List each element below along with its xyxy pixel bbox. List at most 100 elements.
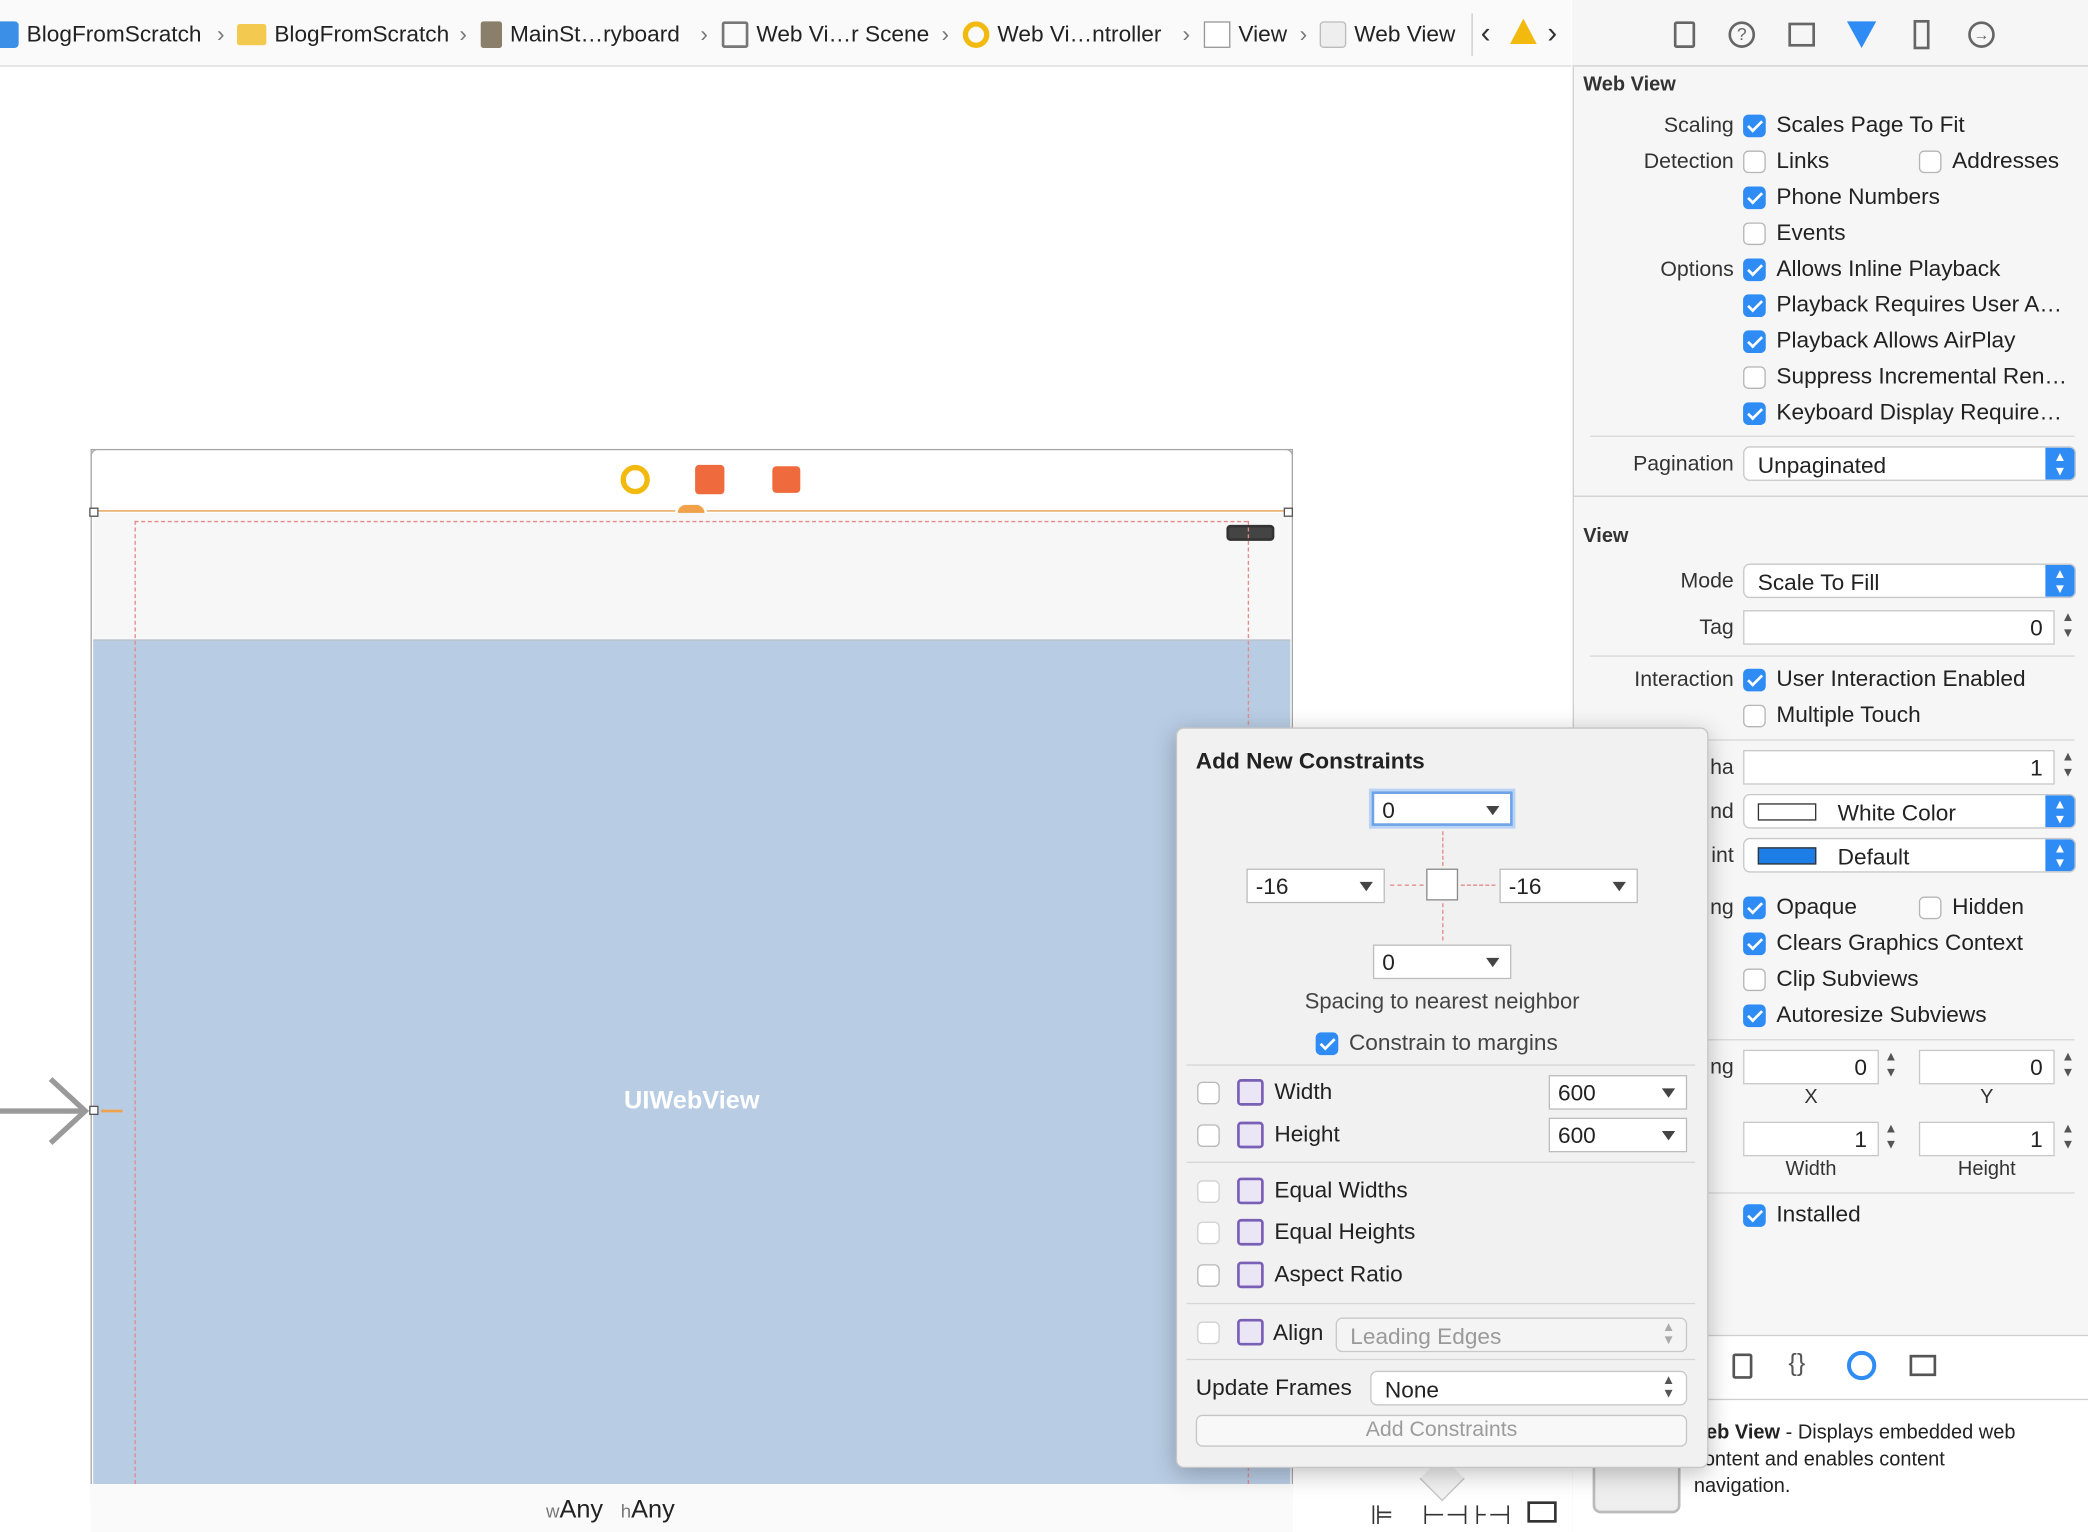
stretch-width-stepper[interactable]: ▲ ▼ <box>1882 1122 1901 1157</box>
trailing-spacing-combo[interactable]: -16 <box>1499 868 1638 904</box>
resolve-issues-icon[interactable]: ⊦⊣ <box>1474 1499 1511 1532</box>
resizing-behavior-icon[interactable] <box>1527 1501 1557 1523</box>
identity-inspector-icon[interactable] <box>1786 19 1818 51</box>
breadcrumb-storyboard[interactable]: MainSt…ryboard <box>480 19 680 51</box>
quick-help-icon[interactable]: ? <box>1726 19 1758 51</box>
multiple-touch-checkbox[interactable] <box>1743 704 1766 728</box>
popup-arrows-icon: ▲ ▼ <box>1661 1373 1676 1402</box>
addresses-checkbox[interactable] <box>1918 150 1942 174</box>
update-frames-popup[interactable]: None ▲ ▼ <box>1370 1370 1688 1406</box>
breadcrumb-webview[interactable]: Web View <box>1319 19 1455 51</box>
size-inspector-icon[interactable] <box>1906 19 1938 51</box>
top-spacing-combo[interactable]: 0 <box>1371 791 1513 826</box>
top-constraint-strut[interactable] <box>1442 831 1444 866</box>
autoresize-checkbox[interactable] <box>1743 1004 1766 1028</box>
resize-handle[interactable] <box>89 507 99 517</box>
clip-subviews-checkbox[interactable] <box>1743 968 1766 992</box>
height-checkbox[interactable] <box>1197 1124 1220 1147</box>
dropdown-arrow-icon <box>1486 957 1500 968</box>
folder-icon <box>237 23 267 46</box>
popup-arrows-icon: ▲ ▼ <box>2045 564 2075 597</box>
tag-field[interactable]: 0 <box>1743 610 2055 645</box>
background-color-popup[interactable]: White Color ▲ ▼ <box>1743 793 2077 829</box>
aspect-ratio-checkbox[interactable] <box>1197 1264 1220 1287</box>
suppress-rendering-checkbox[interactable] <box>1743 366 1766 389</box>
leading-spacing-combo[interactable]: -16 <box>1246 868 1385 904</box>
breadcrumb-folder[interactable]: BlogFromScratch <box>237 19 449 51</box>
width-checkbox[interactable] <box>1197 1081 1220 1105</box>
stretch-y-stepper[interactable]: ▲ ▼ <box>2059 1050 2078 1085</box>
media-library-icon[interactable] <box>1909 1354 1937 1377</box>
divider <box>1572 495 2088 497</box>
warning-icon[interactable] <box>1510 18 1537 44</box>
pin-icon[interactable]: ⊢⊣ <box>1422 1499 1468 1532</box>
keyboard-display-checkbox[interactable] <box>1743 402 1766 425</box>
breadcrumb-project[interactable]: BlogFromScratch <box>0 19 202 51</box>
mode-label: Mode <box>1680 570 1734 593</box>
mode-popup[interactable]: Scale To Fill ▲ ▼ <box>1743 563 2077 599</box>
width-caption: Width <box>1785 1157 1837 1181</box>
equal-heights-label: Equal Heights <box>1274 1218 1416 1245</box>
dropdown-arrow-icon <box>1486 805 1500 816</box>
bottom-constraint-strut[interactable] <box>1442 903 1444 941</box>
trailing-constraint-strut[interactable] <box>1460 884 1496 886</box>
breadcrumb-view-controller[interactable]: Web Vi…ntroller <box>962 19 1161 51</box>
stretch-height-field[interactable]: 1 <box>1918 1121 2055 1157</box>
alpha-field[interactable]: 1 <box>1743 750 2055 785</box>
stretch-y-field[interactable]: 0 <box>1918 1049 2055 1085</box>
phone-numbers-checkbox[interactable] <box>1743 186 1766 210</box>
exit-icon[interactable] <box>772 466 801 493</box>
leading-constraint-strut[interactable] <box>1390 884 1424 886</box>
constrain-margins-checkbox[interactable] <box>1315 1032 1339 1056</box>
addresses-label: Addresses <box>1952 147 2060 174</box>
equal-heights-checkbox[interactable] <box>1197 1221 1220 1245</box>
file-template-icon[interactable] <box>1732 1353 1753 1379</box>
object-library-icon[interactable] <box>1846 1350 1877 1381</box>
scales-page-checkbox[interactable] <box>1743 114 1766 138</box>
tint-color-popup[interactable]: Default ▲ ▼ <box>1743 837 2077 873</box>
clears-context-checkbox[interactable] <box>1743 932 1766 956</box>
equal-widths-checkbox[interactable] <box>1197 1180 1220 1203</box>
stretch-height-stepper[interactable]: ▲ ▼ <box>2059 1122 2078 1157</box>
links-checkbox[interactable] <box>1743 150 1766 174</box>
width-value-combo[interactable]: 600 <box>1548 1075 1688 1110</box>
alpha-stepper[interactable]: ▲ ▼ <box>2059 750 2078 785</box>
multiple-touch-label: Multiple Touch <box>1776 702 1921 728</box>
stretch-x-stepper[interactable]: ▲ ▼ <box>1882 1050 1901 1085</box>
dropdown-arrow-icon <box>1661 1131 1676 1141</box>
inline-playback-checkbox[interactable] <box>1743 258 1766 282</box>
connections-inspector-icon[interactable]: → <box>1965 19 1997 51</box>
file-inspector-icon[interactable] <box>1669 19 1701 51</box>
status-bar-area <box>93 512 1291 641</box>
breadcrumb-scene[interactable]: Web Vi…r Scene <box>721 19 929 51</box>
view-controller-icon[interactable] <box>620 464 650 495</box>
stretch-x-field[interactable]: 0 <box>1743 1049 1879 1085</box>
align-checkbox[interactable] <box>1197 1321 1220 1345</box>
resize-handle[interactable] <box>1283 507 1294 517</box>
add-constraints-button[interactable]: Add Constraints <box>1195 1414 1688 1447</box>
events-checkbox[interactable] <box>1743 222 1766 246</box>
code-snippet-icon[interactable]: {} <box>1788 1349 1805 1378</box>
back-chevron-icon[interactable]: ‹ <box>1481 16 1491 51</box>
breadcrumb-view[interactable]: View <box>1203 19 1287 51</box>
uiwebview[interactable] <box>93 640 1291 1485</box>
align-popup[interactable]: Leading Edges ▲ ▼ <box>1335 1317 1688 1353</box>
height-value-combo[interactable]: 600 <box>1548 1117 1688 1153</box>
tag-stepper[interactable]: ▲ ▼ <box>2059 610 2078 645</box>
bottom-spacing-combo[interactable]: 0 <box>1372 944 1512 980</box>
installed-checkbox[interactable] <box>1743 1204 1766 1227</box>
canvas-bottom-bar <box>90 1484 1294 1532</box>
requires-user-checkbox[interactable] <box>1743 294 1766 318</box>
first-responder-icon[interactable] <box>695 464 725 495</box>
pagination-popup[interactable]: Unpaginated ▲ ▼ <box>1743 446 2077 481</box>
attributes-inspector-icon[interactable] <box>1846 19 1878 51</box>
size-class-control[interactable]: wAny hAny <box>546 1496 675 1525</box>
user-interaction-checkbox[interactable] <box>1743 668 1766 692</box>
airplay-checkbox[interactable] <box>1743 330 1766 354</box>
align-icon[interactable]: ⊫ <box>1370 1499 1393 1532</box>
opaque-checkbox[interactable] <box>1743 896 1766 920</box>
popup-arrows-icon: ▲ ▼ <box>1661 1320 1676 1349</box>
stretch-width-field[interactable]: 1 <box>1743 1121 1879 1157</box>
forward-chevron-icon[interactable]: › <box>1547 16 1557 51</box>
hidden-checkbox[interactable] <box>1918 896 1942 920</box>
